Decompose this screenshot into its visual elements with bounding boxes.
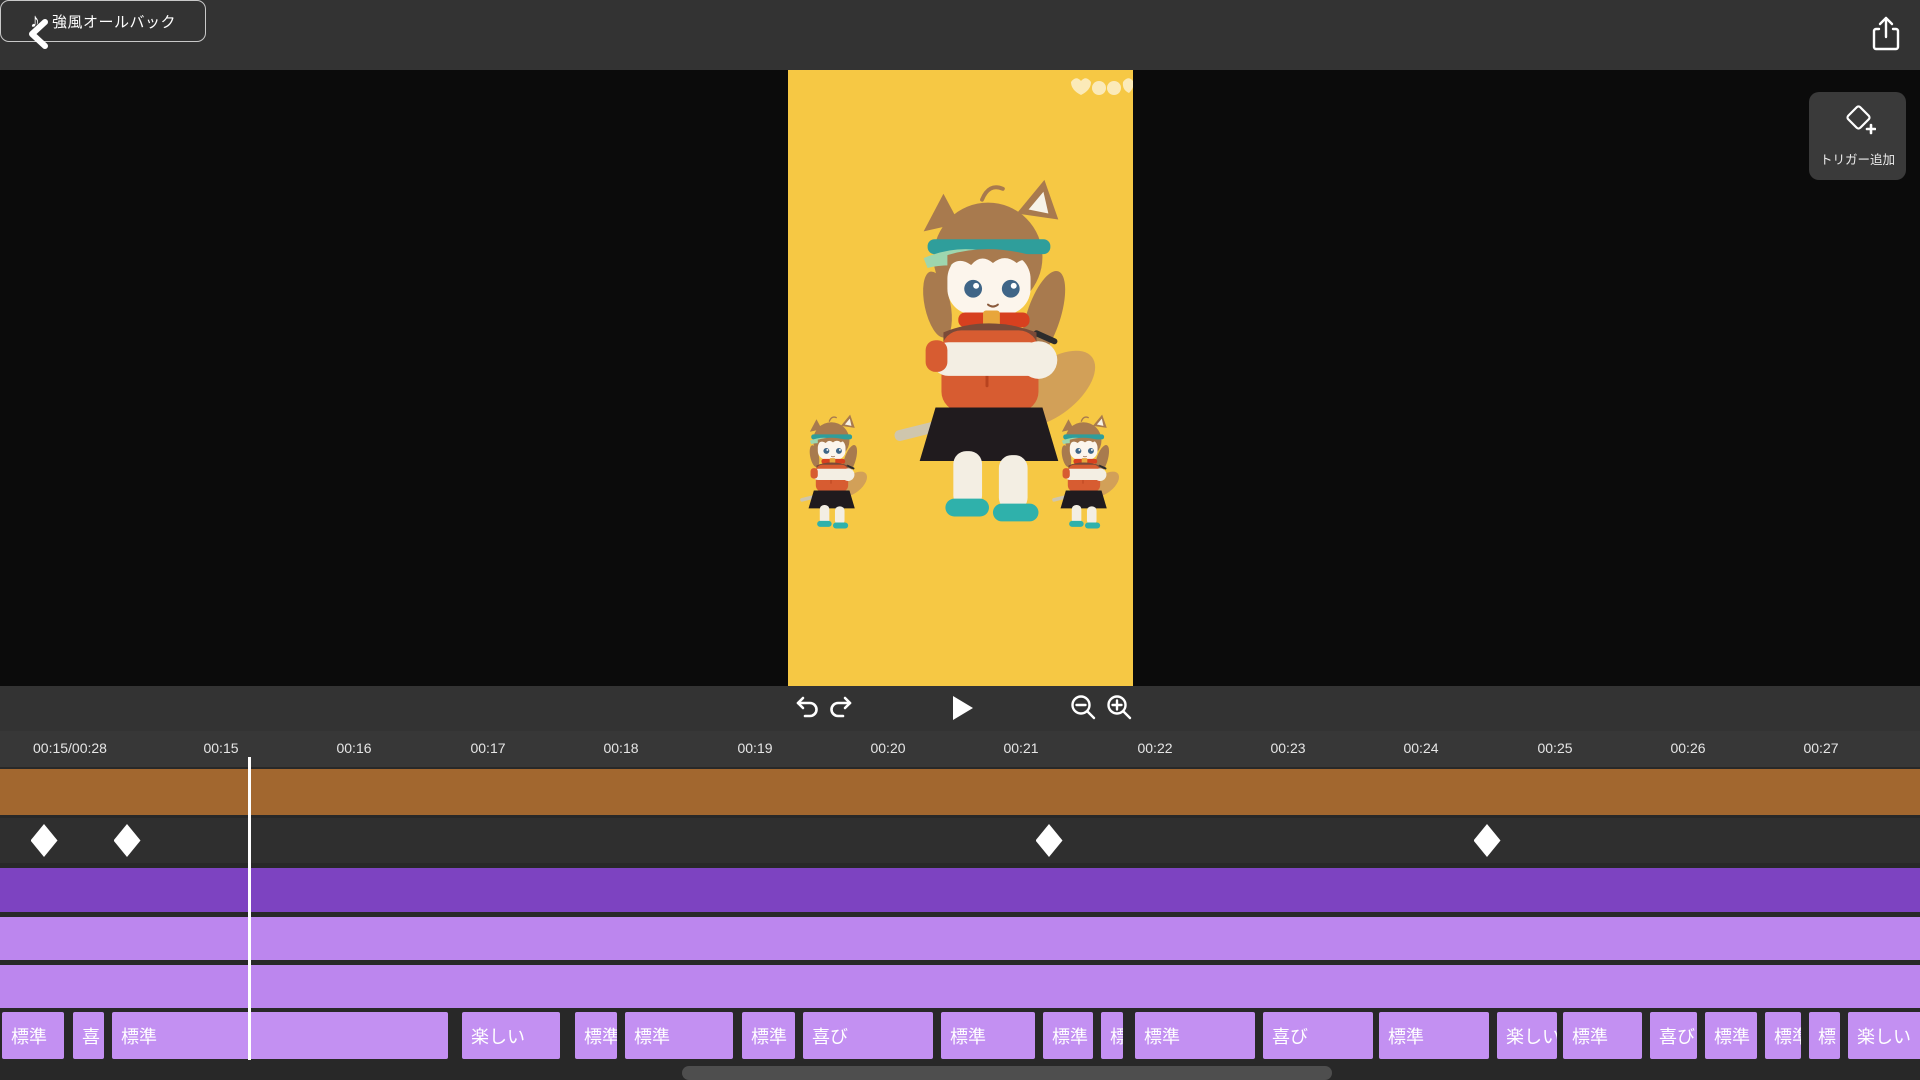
clip-label: 喜び: [1650, 1023, 1695, 1049]
add-trigger-label: トリガー追加: [1820, 149, 1895, 168]
ruler-tick-label: 00:26: [1670, 740, 1705, 756]
clip-label: 標準: [1379, 1023, 1424, 1049]
clip-label: 喜び: [1263, 1023, 1308, 1049]
track-param-b[interactable]: [0, 965, 1920, 1008]
ruler-tick-label: 00:20: [870, 740, 905, 756]
clip-label: 楽しい: [1497, 1023, 1557, 1049]
ruler-tick-label: 00:27: [1803, 740, 1838, 756]
expression-clip[interactable]: 楽しい: [1848, 1012, 1920, 1059]
expression-clip[interactable]: 喜び: [803, 1012, 933, 1059]
clip-label: 標準: [1765, 1023, 1801, 1049]
undo-button[interactable]: [789, 691, 823, 727]
expression-clip[interactable]: 標準: [742, 1012, 795, 1059]
zoom-in-icon: [1104, 693, 1134, 726]
ruler-tick-label: 00:24: [1403, 740, 1438, 756]
clip-label: 標準: [625, 1023, 670, 1049]
ruler-tick-label: 00:19: [737, 740, 772, 756]
undo-icon: [792, 695, 820, 724]
expression-clip[interactable]: 楽しい: [462, 1012, 560, 1059]
time-display: 00:15/00:28: [33, 740, 107, 756]
clip-label: 標: [1101, 1023, 1123, 1049]
redo-icon: [828, 695, 856, 724]
track-param-a[interactable]: [0, 917, 1920, 960]
ruler-tick-label: 00:17: [470, 740, 505, 756]
expression-clip[interactable]: 標: [1809, 1012, 1840, 1059]
clip-label: 標準: [1563, 1023, 1608, 1049]
share-button[interactable]: [1862, 12, 1910, 58]
expression-clip[interactable]: 喜: [73, 1012, 104, 1059]
expression-clip[interactable]: 標準: [575, 1012, 617, 1059]
expression-clip[interactable]: 標準: [1135, 1012, 1255, 1059]
track-triggers[interactable]: [0, 818, 1920, 863]
clip-label: 楽しい: [462, 1023, 525, 1049]
ruler-tick-label: 00:22: [1137, 740, 1172, 756]
play-button[interactable]: [945, 691, 979, 727]
expression-clip[interactable]: 標準: [1705, 1012, 1757, 1059]
ruler-tick-label: 00:15: [203, 740, 238, 756]
expression-clip[interactable]: 標準: [1043, 1012, 1093, 1059]
track-audio[interactable]: [0, 769, 1920, 815]
expression-clip[interactable]: 標準: [1563, 1012, 1642, 1059]
playhead[interactable]: [248, 757, 251, 1060]
redo-button[interactable]: [825, 691, 859, 727]
expression-clip[interactable]: 標準: [2, 1012, 64, 1059]
ruler-tick-label: 00:18: [603, 740, 638, 756]
track-motion[interactable]: [0, 868, 1920, 912]
ruler-tick-label: 00:21: [1003, 740, 1038, 756]
zoom-out-icon: [1068, 693, 1098, 726]
clip-label: 喜: [73, 1023, 100, 1049]
zoom-out-button[interactable]: [1066, 691, 1100, 727]
expression-clip[interactable]: 標準: [112, 1012, 448, 1059]
expression-clip[interactable]: 標準: [1379, 1012, 1489, 1059]
horizontal-scrollbar[interactable]: [682, 1066, 1332, 1080]
ruler-tick-label: 00:25: [1537, 740, 1572, 756]
expression-clip[interactable]: 喜び: [1263, 1012, 1373, 1059]
clip-label: 楽しい: [1848, 1023, 1911, 1049]
back-chevron-icon: [26, 18, 50, 53]
clip-label: 標: [1809, 1023, 1836, 1049]
clip-label: 標準: [1705, 1023, 1750, 1049]
preview-canvas: [788, 70, 1133, 686]
song-title-label: 強風オールバック: [52, 11, 176, 32]
expression-clip[interactable]: 標準: [1765, 1012, 1801, 1059]
clip-label: 標準: [1043, 1023, 1088, 1049]
transport-bar: [0, 686, 1920, 731]
clip-label: 標準: [941, 1023, 986, 1049]
expression-clip[interactable]: 楽しい: [1497, 1012, 1557, 1059]
zoom-in-button[interactable]: [1102, 691, 1136, 727]
share-icon: [1871, 15, 1901, 56]
clip-label: 標準: [742, 1023, 787, 1049]
clip-label: 標準: [575, 1023, 617, 1049]
clip-label: 標準: [112, 1023, 157, 1049]
timeline-ruler[interactable]: 00:15/00:28 00:15 00:16 00:17 00:18 00:19 00:…: [0, 731, 1920, 767]
expression-clip[interactable]: 標: [1101, 1012, 1123, 1059]
top-bar: ♪ 強風オールバック: [0, 0, 1920, 70]
play-icon: [950, 694, 974, 725]
clip-label: 標準: [2, 1023, 47, 1049]
ruler-tick-label: 00:16: [336, 740, 371, 756]
add-trigger-button[interactable]: トリガー追加: [1809, 92, 1906, 180]
stage: トリガー追加: [0, 70, 1920, 686]
clip-label: 喜び: [803, 1023, 848, 1049]
expression-clip[interactable]: 標準: [625, 1012, 733, 1059]
back-button[interactable]: [18, 16, 58, 54]
diamond-plus-icon: [1840, 105, 1876, 142]
ruler-tick-label: 00:23: [1270, 740, 1305, 756]
video-preview: [788, 70, 1133, 686]
clip-label: 標準: [1135, 1023, 1180, 1049]
app-root: ♪ 強風オールバック: [0, 0, 1920, 1080]
expression-clip[interactable]: 標準: [941, 1012, 1035, 1059]
expression-clip[interactable]: 喜び: [1650, 1012, 1697, 1059]
